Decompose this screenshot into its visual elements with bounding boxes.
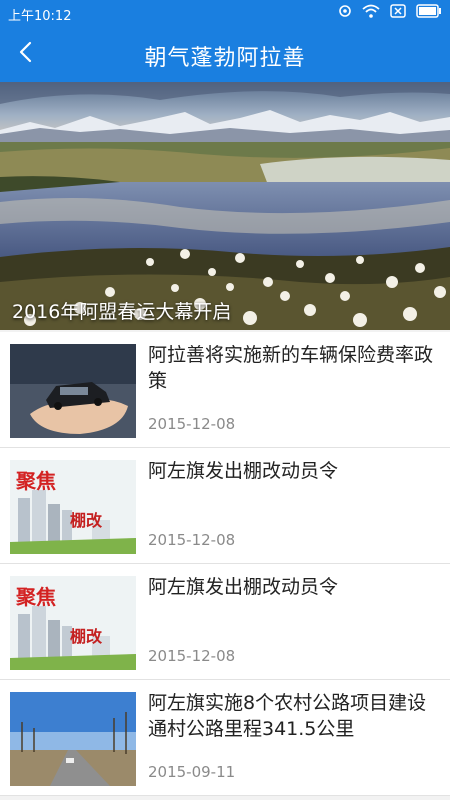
banner-image — [0, 82, 450, 330]
news-thumbnail: 聚焦 棚改 — [10, 460, 136, 554]
thumb-renovation-text: 棚改 — [70, 511, 103, 530]
page-title: 朝气蓬勃阿拉善 — [144, 46, 306, 71]
thumb-focus-text: 聚焦 — [15, 469, 56, 493]
news-date: 2015-09-11 — [148, 763, 236, 781]
news-list: 阿拉善将实施新的车辆保险费率政策 2015-12-08 聚焦 棚改 阿左旗发出棚… — [0, 332, 450, 796]
news-headline: 阿拉善将实施新的车辆保险费率政策 — [148, 344, 434, 392]
news-date: 2015-12-08 — [148, 531, 236, 549]
wifi-icon — [362, 4, 380, 22]
status-time: 上午10:12 — [8, 9, 72, 24]
news-item[interactable]: 聚焦 棚改 阿左旗发出棚改动员令 2015-12-08 — [0, 448, 450, 564]
news-item[interactable]: 阿拉善将实施新的车辆保险费率政策 2015-12-08 — [0, 332, 450, 448]
news-thumbnail: 聚焦 棚改 — [10, 576, 136, 670]
news-headline: 阿左旗发出棚改动员令 — [148, 460, 339, 482]
battery-icon — [416, 4, 442, 22]
app-bar: 朝气蓬勃阿拉善 — [0, 26, 450, 82]
news-date: 2015-12-08 — [148, 415, 236, 433]
news-thumbnail — [10, 344, 136, 438]
news-thumbnail — [10, 692, 136, 786]
banner-slide[interactable]: 2016年阿盟春运大幕开启 — [0, 82, 450, 330]
location-ring-icon — [338, 4, 352, 22]
news-headline: 阿左旗实施8个农村公路项目建设通村公路里程341.5公里 — [148, 692, 427, 740]
status-bar: 上午10:12 — [0, 0, 450, 26]
news-date: 2015-12-08 — [148, 647, 236, 665]
focus-shantytown-renovation-graphic: 聚焦 棚改 — [10, 576, 136, 670]
hands-holding-car-photo — [10, 344, 136, 438]
news-item[interactable]: 聚焦 棚改 阿左旗发出棚改动员令 2015-12-08 — [0, 564, 450, 680]
focus-shantytown-renovation-graphic: 聚焦 棚改 — [10, 460, 136, 554]
thumb-renovation-text: 棚改 — [70, 627, 103, 646]
sim-off-icon — [390, 4, 406, 22]
status-icons — [338, 4, 442, 22]
news-item[interactable]: 阿左旗实施8个农村公路项目建设通村公路里程341.5公里 2015-09-11 — [0, 680, 450, 796]
news-headline: 阿左旗发出棚改动员令 — [148, 576, 339, 598]
thumb-focus-text: 聚焦 — [15, 585, 56, 609]
rural-road-trees-photo — [10, 692, 136, 786]
banner-caption: 2016年阿盟春运大幕开启 — [12, 301, 232, 323]
